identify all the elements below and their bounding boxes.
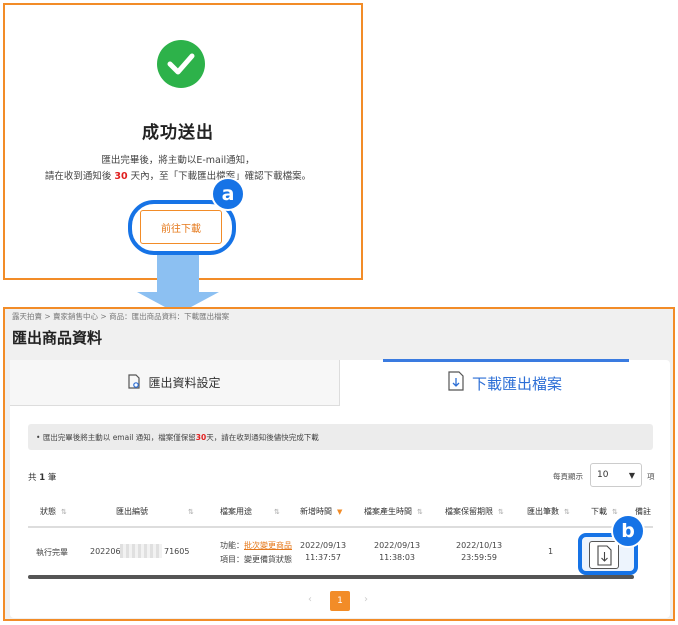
per-page-select[interactable]: 10 ▼ xyxy=(590,463,642,487)
file-download-icon xyxy=(597,545,612,566)
notice-banner: • 匯出完畢後將主動以 email 通知，檔案僅保留 30 天，請在收到通知後儘… xyxy=(28,424,653,450)
download-file-button[interactable] xyxy=(589,541,619,569)
line2-days: 30 xyxy=(114,171,128,182)
header-expiry-label: 檔案保留期限 xyxy=(445,507,493,516)
table-header: 狀態 ⇅ 匯出編號 ⇅ 檔案用途 ⇅ 新增時間 ▼ 檔案產生時間 ⇅ 檔案保留期限 ⇅ 匯出… xyxy=(28,498,653,528)
pager-prev-button[interactable]: ‹ xyxy=(308,594,312,605)
purpose-item: 項目：變更備貨狀態 xyxy=(220,555,292,564)
sort-icon: ⇅ xyxy=(188,508,194,516)
cell-generated: 2022/09/13 11:38:03 xyxy=(374,541,420,562)
header-purpose-label: 檔案用途 xyxy=(220,507,252,516)
tab-download-files-label: 下載匯出檔案 xyxy=(471,374,562,393)
header-generated-label: 檔案產生時間 xyxy=(364,507,412,516)
per-page-label: 每頁顯示 xyxy=(553,472,583,481)
file-download-icon xyxy=(448,371,464,395)
sort-desc-icon: ▼ xyxy=(337,508,343,516)
header-export-id[interactable]: 匯出編號 ⇅ xyxy=(116,506,194,517)
total-count: 共 1 筆 xyxy=(28,471,56,483)
cell-expiry: 2022/10/13 23:59:59 xyxy=(456,541,502,562)
notice-bullet: • xyxy=(36,432,43,442)
header-count[interactable]: 匯出筆數 ⇅ xyxy=(527,506,570,517)
header-download-label: 下載 xyxy=(591,507,607,516)
header-remarks: 備註 xyxy=(635,507,651,516)
horizontal-scrollbar[interactable] xyxy=(28,575,634,579)
sort-icon: ⇅ xyxy=(61,508,67,516)
cell-export-id-end: 71605 xyxy=(164,547,190,556)
expiry-time: 23:59:59 xyxy=(461,553,498,562)
header-generated[interactable]: 檔案產生時間 ⇅ xyxy=(364,506,423,517)
callout-a-badge: a xyxy=(211,177,245,211)
header-purpose[interactable]: 檔案用途 ⇅ xyxy=(220,506,280,517)
tab-download-files[interactable]: 下載匯出檔案 xyxy=(340,360,670,406)
header-download[interactable]: 下載 ⇅ xyxy=(591,506,618,517)
generated-date: 2022/09/13 xyxy=(374,541,421,550)
down-arrow-shaft xyxy=(157,255,199,295)
total-prefix: 共 xyxy=(28,473,40,483)
per-page-value: 10 xyxy=(597,470,609,480)
header-export-id-label: 匯出編號 xyxy=(116,507,148,516)
created-date: 2022/09/13 xyxy=(300,541,347,550)
cell-count: 1 xyxy=(548,547,554,556)
chevron-down-icon: ▼ xyxy=(628,471,635,480)
dialog-message-line1: 匯出完畢後，將主動以E-mail通知， xyxy=(101,155,255,166)
header-count-label: 匯出筆數 xyxy=(527,507,559,516)
header-status[interactable]: 狀態 ⇅ xyxy=(40,506,67,517)
generated-time: 11:38:03 xyxy=(379,553,416,562)
redacted-id-blur xyxy=(120,544,162,558)
expiry-date: 2022/10/13 xyxy=(456,541,503,550)
success-check-icon xyxy=(157,40,205,88)
header-expiry[interactable]: 檔案保留期限 ⇅ xyxy=(445,506,504,517)
page-title: 匯出商品資料 xyxy=(12,329,103,347)
sort-icon: ⇅ xyxy=(274,508,280,516)
notice-suffix: 天，請在收到通知後儘快完成下載 xyxy=(206,432,319,442)
header-created-label: 新增時間 xyxy=(300,507,332,516)
sort-icon: ⇅ xyxy=(612,508,618,516)
cell-status: 執行完畢 xyxy=(36,548,68,557)
header-status-label: 狀態 xyxy=(40,507,56,516)
dialog-title: 成功送出 xyxy=(142,123,214,143)
created-time: 11:37:57 xyxy=(305,553,342,562)
purpose-link[interactable]: 批次變更商品 xyxy=(244,541,292,550)
breadcrumb: 露天拍賣 > 賣家銷售中心 > 商品：匯出商品資料：下載匯出檔案 xyxy=(12,312,230,321)
sort-icon: ⇅ xyxy=(417,508,423,516)
header-created[interactable]: 新增時間 ▼ xyxy=(300,506,342,517)
tab-export-settings-label: 匯出資料設定 xyxy=(148,376,221,390)
notice-prefix: 匯出完畢後將主動以 email 通知，檔案僅保留 xyxy=(42,432,196,442)
purpose-prefix: 功能： xyxy=(220,541,244,550)
line2-prefix: 請在收到通知後 xyxy=(44,171,115,182)
pager-page-current[interactable]: 1 xyxy=(330,591,350,611)
tab-export-settings[interactable]: 匯出資料設定 xyxy=(10,360,340,406)
callout-b-badge: b xyxy=(611,514,645,548)
dialog-message-line2: 請在收到通知後 30 天內，至「下載匯出檔案」確認下載檔案。 xyxy=(0,168,356,182)
cell-purpose: 功能：批次變更商品 項目：變更備貨狀態 xyxy=(220,540,292,565)
active-tab-indicator xyxy=(383,359,629,362)
per-page-unit: 項 xyxy=(647,472,655,481)
cell-created: 2022/09/13 11:37:57 xyxy=(300,541,346,562)
sort-icon: ⇅ xyxy=(498,508,504,516)
notice-days: 30 xyxy=(195,432,207,442)
file-settings-icon xyxy=(128,373,141,392)
pager-next-button[interactable]: › xyxy=(364,594,368,605)
sort-icon: ⇅ xyxy=(564,508,570,516)
total-suffix: 筆 xyxy=(45,473,57,483)
cell-export-id-start: 202206 xyxy=(90,547,121,556)
